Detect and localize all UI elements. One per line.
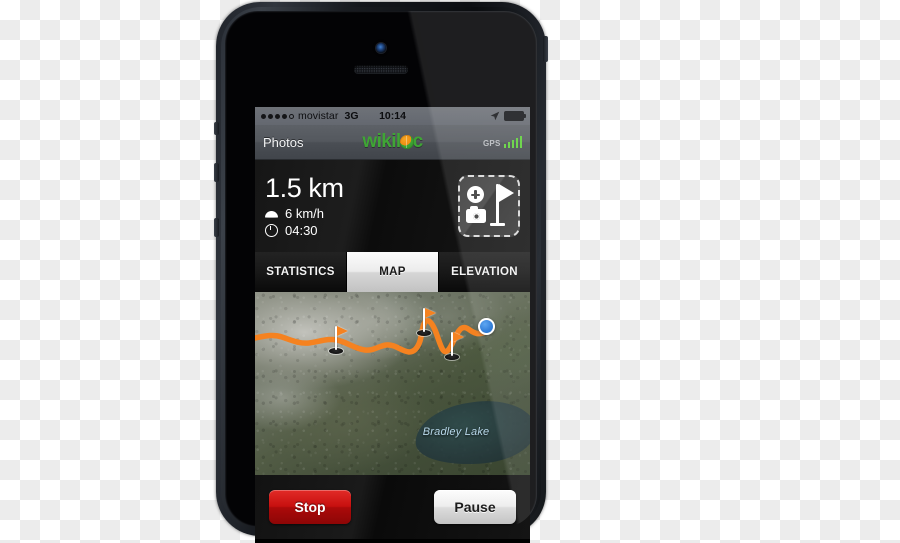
gps-status-indicator: GPS bbox=[483, 136, 522, 148]
stop-button[interactable]: Stop bbox=[269, 490, 351, 524]
app-navigation-bar: Photos wikil c GPS bbox=[255, 125, 530, 160]
power-button[interactable] bbox=[543, 36, 548, 62]
duration-value: 04:30 bbox=[285, 222, 318, 238]
pause-button[interactable]: Pause bbox=[434, 490, 516, 524]
gps-signal-bars-icon bbox=[503, 136, 522, 148]
stats-values: 1.5 km 6 km/h 04:30 bbox=[265, 173, 458, 238]
gps-label: GPS bbox=[483, 139, 501, 148]
plus-icon bbox=[467, 186, 484, 203]
distance-value: 1.5 km bbox=[265, 173, 344, 204]
recording-controls: Stop Pause bbox=[255, 475, 530, 539]
duration-row: 04:30 bbox=[265, 223, 458, 238]
phone-screen: movistar 3G 10:14 Photos wikil c GPS 1.5… bbox=[255, 107, 530, 543]
trip-stats-panel: 1.5 km 6 km/h 04:30 bbox=[255, 160, 530, 252]
battery-icon bbox=[504, 111, 526, 121]
front-camera-icon bbox=[376, 43, 386, 53]
current-position-dot bbox=[477, 317, 495, 335]
speed-row: 6 km/h bbox=[265, 206, 458, 221]
tab-statistics[interactable]: STATISTICS bbox=[255, 252, 347, 292]
phone-front-face: movistar 3G 10:14 Photos wikil c GPS 1.5… bbox=[225, 11, 537, 543]
status-time: 10:14 bbox=[379, 110, 406, 122]
phone-device: movistar 3G 10:14 Photos wikil c GPS 1.5… bbox=[214, 2, 548, 543]
volume-down-button[interactable] bbox=[214, 218, 219, 237]
marker-flag-icon bbox=[337, 326, 349, 337]
speedometer-icon bbox=[265, 207, 278, 220]
speed-value: 6 km/h bbox=[285, 205, 325, 221]
marker-flag-icon bbox=[425, 307, 437, 318]
tab-elevation[interactable]: ELEVATION bbox=[439, 252, 530, 292]
logo-text-before: wikil bbox=[362, 131, 401, 152]
flag-banner-icon bbox=[499, 184, 514, 202]
logo-text-after: c bbox=[412, 131, 424, 152]
view-tabs: STATISTICS MAP ELEVATION bbox=[255, 252, 530, 292]
screenshot-canvas: movistar 3G 10:14 Photos wikil c GPS 1.5… bbox=[0, 0, 900, 543]
volume-up-button[interactable] bbox=[214, 163, 219, 182]
mute-switch[interactable] bbox=[214, 122, 219, 135]
add-waypoint-button[interactable] bbox=[458, 175, 520, 237]
earpiece-speaker-icon bbox=[354, 65, 408, 73]
camera-icon bbox=[466, 206, 486, 223]
clock-icon bbox=[265, 223, 278, 237]
status-bar: movistar 3G 10:14 bbox=[255, 107, 530, 125]
wikiloc-globe-icon bbox=[399, 135, 414, 149]
location-arrow-icon bbox=[490, 111, 500, 121]
marker-flag-icon bbox=[452, 331, 464, 342]
tab-map[interactable]: MAP bbox=[347, 252, 439, 292]
map-view[interactable]: Bradley Lake bbox=[255, 292, 530, 475]
